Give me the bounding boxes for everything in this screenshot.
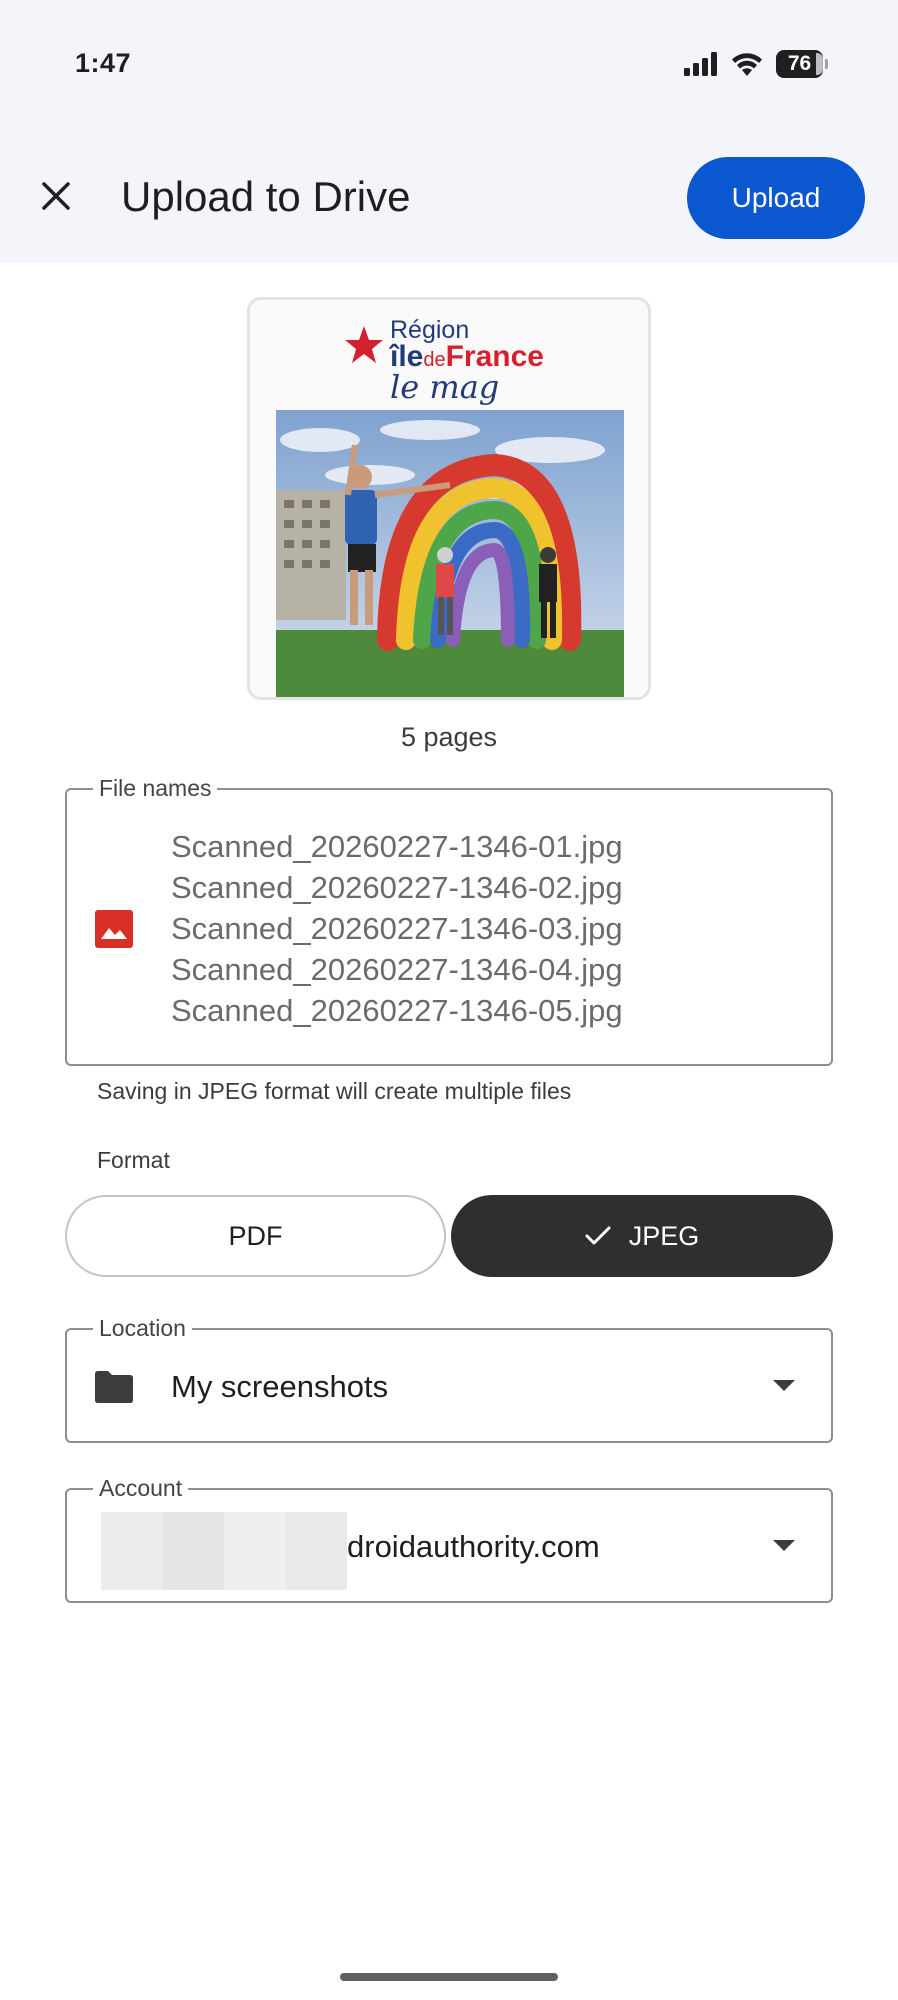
format-option-jpeg[interactable]: JPEG bbox=[451, 1195, 833, 1277]
format-option-label: PDF bbox=[228, 1220, 283, 1251]
file-name-item: Scanned_20260227-1346-02.jpg bbox=[171, 870, 623, 905]
format-option-label: JPEG bbox=[628, 1220, 700, 1251]
status-time: 1:47 bbox=[75, 48, 132, 78]
dropdown-arrow-icon[interactable] bbox=[773, 1380, 795, 1391]
file-name-item: Scanned_20260227-1346-05.jpg bbox=[171, 993, 623, 1028]
upload-button[interactable]: Upload bbox=[687, 157, 865, 239]
file-names-label: File names bbox=[93, 774, 218, 802]
status-icons: 76 bbox=[684, 50, 828, 78]
account-select[interactable]: Account droidauthority.com bbox=[65, 1474, 833, 1603]
check-icon bbox=[585, 1226, 611, 1245]
close-button[interactable] bbox=[32, 172, 80, 220]
file-name-list: Scanned_20260227-1346-01.jpg Scanned_202… bbox=[171, 826, 623, 1031]
page-count: 5 pages bbox=[400, 722, 498, 752]
file-names-field: File names Scanned_20260227-1346-01.jpg … bbox=[65, 774, 833, 1066]
image-file-icon bbox=[95, 910, 133, 948]
page-title: Upload to Drive bbox=[121, 173, 411, 220]
jpeg-note: Saving in JPEG format will create multip… bbox=[97, 1078, 572, 1104]
file-name-item: Scanned_20260227-1346-03.jpg bbox=[171, 911, 623, 946]
redacted-account-prefix bbox=[101, 1512, 347, 1590]
scan-preview-thumbnail[interactable]: Région îledeFrance le mag bbox=[247, 297, 651, 700]
wifi-icon bbox=[732, 53, 762, 76]
location-label: Location bbox=[93, 1314, 192, 1342]
magazine-cover-image: Région îledeFrance le mag bbox=[250, 300, 648, 697]
cellular-signal-icon bbox=[684, 52, 717, 76]
close-icon bbox=[42, 182, 70, 210]
location-select[interactable]: Location My screenshots bbox=[65, 1314, 833, 1443]
account-label: Account bbox=[93, 1474, 189, 1502]
folder-icon bbox=[95, 1371, 133, 1403]
dropdown-arrow-icon[interactable] bbox=[773, 1540, 795, 1551]
battery-icon: 76 bbox=[776, 50, 828, 78]
svg-text:le mag: le mag bbox=[390, 368, 499, 406]
battery-level: 76 bbox=[787, 52, 812, 75]
format-option-pdf[interactable]: PDF bbox=[65, 1195, 446, 1277]
file-name-item: Scanned_20260227-1346-04.jpg bbox=[171, 952, 623, 987]
location-value: My screenshots bbox=[171, 1369, 389, 1404]
home-indicator[interactable] bbox=[340, 1973, 558, 1981]
account-value: droidauthority.com bbox=[347, 1529, 600, 1564]
format-label: Format bbox=[97, 1147, 170, 1173]
file-name-item: Scanned_20260227-1346-01.jpg bbox=[171, 829, 623, 864]
